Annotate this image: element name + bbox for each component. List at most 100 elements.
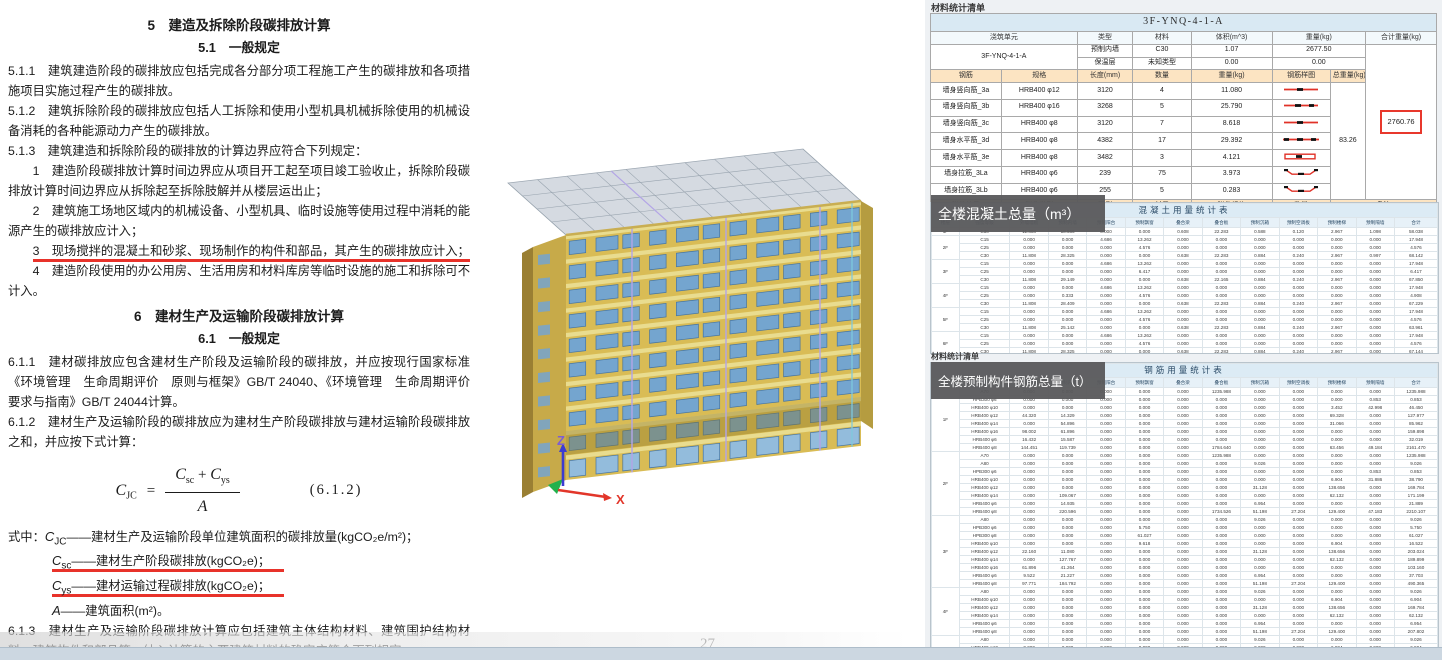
cell: 0.000 [1124,563,1165,572]
window [702,370,721,387]
cell: 0.000 [1317,499,1357,508]
table-row: HRB400 φ8 0.000 0.000 0.000 0.000 0.000 0.000 5… [932,627,1438,636]
cell: 合计 [1393,217,1438,228]
window [783,385,801,402]
cell: 0.000 [1086,611,1126,620]
window [756,435,780,456]
table-row: 2F C15 0.000 0.000 4.686 13.262 0.000 0.000 0.00… [931,235,1438,260]
col-header: 钢筋样图 [1271,69,1331,83]
cell: 0.000 [1278,307,1319,316]
cell: 17.948 [1393,259,1438,268]
window [622,257,640,274]
doc-paragraph: 5.1.2 建筑拆除阶段的碳排放应包括人工拆除和使用小型机具机械拆除使用的机械设… [8,103,470,138]
cell: 墙身竖向筋_3b [930,98,1002,117]
cell: HRB400 φ14 [958,555,1011,564]
cell: 0.000 [1317,563,1357,572]
cell: 0.000 [1201,619,1242,628]
cell: 6.904 [1393,595,1438,604]
window [836,378,860,396]
cell: 0.000 [1240,523,1280,532]
cell: 0.000 [1163,491,1203,500]
regulation-document: 5 建造及拆除阶段碳排放计算 5.1 一般规定 5.1.1 建筑建造阶段的碳排放… [8,10,482,660]
material-report-panel[interactable]: 材料统计清单 3F-YNQ-4-1-A 浇筑单元 类型 材料 体积(m^3) 重… [925,0,1442,660]
cell: 0.000 [1278,587,1319,596]
cell: 0.000 [1086,547,1126,556]
cell: 27.204 [1278,507,1319,516]
total-weight-cell: 2760.76 [1365,43,1437,201]
cell: 21.889 [1393,499,1438,508]
cell: 9.026 [1393,587,1438,596]
rebar-shape-sketch [1284,87,1319,91]
cell: 0.000 [1355,419,1395,428]
cell: 129.400 [1317,627,1357,636]
cell: 0.000 [1201,339,1242,348]
window [649,352,667,369]
cell: 0.000 [1201,475,1242,484]
window [676,397,699,415]
window-bottom-bar [0,647,1442,660]
cell: HRB400 φ8 [958,443,1011,452]
cell: 0.000 [1047,451,1088,460]
cell: 17.948 [1393,331,1438,340]
rebar-usage-table[interactable]: 钢筋用量统计表楼层规格外墙墙板预制内墙预制阳台预制飘窗叠合梁叠合板预制沉箱预制空… [930,362,1439,649]
window [676,299,699,317]
cell: 0.000 [1124,619,1165,628]
cell: 0.000 [1355,483,1395,492]
cell: 0.000 [1086,627,1126,636]
cell: 129.400 [1317,507,1357,516]
end-face-sliver [522,247,533,498]
window [729,244,747,261]
cell: 0.000 [1355,411,1395,420]
cell: 0.000 [1201,307,1242,316]
cell: 67.229 [1393,299,1438,308]
cell: 0.000 [1047,627,1088,636]
cell: 0.000 [1086,291,1126,300]
window [810,284,828,301]
cell: 1784.640 [1201,443,1242,452]
table-row: HRB400 φ12 22.160 11.080 0.000 0.000 0.000 0.0… [932,547,1438,556]
window [702,296,721,314]
window [836,354,860,372]
cell: 4.121 [1190,149,1273,167]
cell: HRB400 φ8 [1000,115,1078,134]
cell: 0.000 [1201,411,1242,420]
cell: 0.000 [1201,283,1242,292]
table-row: HPB300 φ6 0.000 0.000 0.000 0.000 0.000 0.000 0… [932,467,1438,476]
cell: 0.000 [1201,547,1242,556]
cell: 0.000 [1240,531,1280,540]
cell: 0.000 [1278,427,1319,436]
cell: 0.000 [1240,427,1280,436]
cell: 22.160 [1009,547,1049,556]
table-row: C25 0.000 0.000 0.000 4.576 0.000 0.000 0.000 0.… [932,339,1438,348]
cell: 0.000 [1124,611,1165,620]
cell: 0.000 [1317,523,1357,532]
cell: HRB400 φ6 [958,499,1011,508]
cell: 0.608 [1163,227,1203,236]
cell: 27.204 [1278,627,1319,636]
cell: 0.000 [1278,603,1319,612]
window [836,231,860,249]
window [702,223,721,240]
formula-lhs: CJC [115,481,137,501]
cell: 25.142 [1047,323,1088,332]
cell: 0.000 [1086,531,1126,540]
window [622,232,640,249]
cell: 4.576 [1124,315,1165,324]
cell: 0.000 [1201,635,1242,644]
window [756,338,780,356]
cell: 61.896 [1009,563,1049,572]
bim-model-viewport[interactable]: ZX [478,95,928,595]
window [676,323,699,341]
cell: 0.000 [1047,403,1088,412]
cell: 51.198 [1240,627,1280,636]
cell: 0.853 [1355,395,1395,404]
cell: 0.000 [1317,635,1357,644]
cell: 0.000 [1317,291,1357,300]
cell: 0.000 [1201,235,1242,244]
cell: 9.026 [1393,635,1438,644]
table-row: HRB400 φ10 0.000 0.000 0.000 9.618 0.000 0.000… [932,539,1438,548]
cell: 0.000 [1317,531,1357,540]
cell: 0.000 [1201,259,1242,268]
cell: HRB400 φ12 [958,411,1011,420]
cell: 0.000 [1278,491,1319,500]
